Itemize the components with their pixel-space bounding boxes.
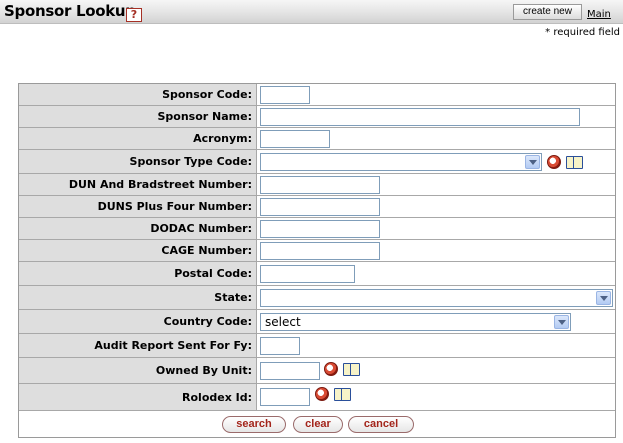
- owned-by-unit-label: Owned By Unit:: [19, 358, 257, 383]
- dun-bradstreet-cell: [258, 174, 615, 195]
- search-icon[interactable]: [547, 155, 561, 169]
- row-rolodex-id: Rolodex Id:: [19, 384, 615, 411]
- row-cage: CAGE Number:: [19, 240, 615, 262]
- state-select[interactable]: [260, 289, 613, 307]
- sponsor-name-input[interactable]: [260, 108, 580, 126]
- cage-cell: [258, 240, 615, 261]
- sponsor-type-code-select[interactable]: [260, 153, 542, 171]
- postal-code-input[interactable]: [260, 265, 355, 283]
- duns-plus-four-cell: [258, 196, 615, 217]
- audit-report-input[interactable]: [260, 337, 300, 355]
- sponsor-type-code-label: Sponsor Type Code:: [19, 150, 257, 173]
- postal-code-label: Postal Code:: [19, 262, 257, 285]
- row-sponsor-name: Sponsor Name:: [19, 106, 615, 128]
- book-icon[interactable]: [343, 363, 360, 376]
- sponsor-name-cell: [258, 106, 615, 127]
- dodac-cell: [258, 218, 615, 239]
- dun-bradstreet-label: DUN And Bradstreet Number:: [19, 174, 257, 195]
- chevron-down-icon[interactable]: [554, 315, 569, 329]
- country-code-select[interactable]: select: [260, 313, 571, 331]
- book-icon[interactable]: [334, 388, 351, 401]
- row-dun-bradstreet: DUN And Bradstreet Number:: [19, 174, 615, 196]
- sponsor-name-label: Sponsor Name:: [19, 106, 257, 127]
- rolodex-id-cell: [258, 384, 615, 410]
- rolodex-id-label: Rolodex Id:: [19, 384, 257, 410]
- dun-bradstreet-input[interactable]: [260, 176, 380, 194]
- lookup-form: Sponsor Code: Sponsor Name: Acronym: Spo…: [18, 83, 616, 438]
- search-button[interactable]: search: [222, 416, 286, 433]
- state-cell: [258, 286, 615, 309]
- row-acronym: Acronym:: [19, 128, 615, 150]
- owned-by-unit-cell: [258, 358, 615, 383]
- country-code-cell: select: [258, 310, 615, 333]
- audit-report-cell: [258, 334, 615, 357]
- button-bar: search clear cancel: [19, 411, 615, 437]
- acronym-input[interactable]: [260, 130, 330, 148]
- cage-label: CAGE Number:: [19, 240, 257, 261]
- audit-report-label: Audit Report Sent For Fy:: [19, 334, 257, 357]
- cage-input[interactable]: [260, 242, 380, 260]
- owned-by-unit-input[interactable]: [260, 362, 320, 380]
- sponsor-code-cell: [258, 84, 615, 105]
- search-icon[interactable]: [315, 387, 329, 401]
- rolodex-id-input[interactable]: [260, 388, 310, 406]
- row-owned-by-unit: Owned By Unit:: [19, 358, 615, 384]
- acronym-cell: [258, 128, 615, 149]
- sponsor-code-label: Sponsor Code:: [19, 84, 257, 105]
- page-title: Sponsor Lookup: [4, 2, 136, 20]
- dodac-input[interactable]: [260, 220, 380, 238]
- chevron-down-icon[interactable]: [596, 291, 611, 305]
- row-duns-plus-four: DUNS Plus Four Number:: [19, 196, 615, 218]
- row-audit-report: Audit Report Sent For Fy:: [19, 334, 615, 358]
- sponsor-type-code-cell: [258, 150, 615, 173]
- country-code-label: Country Code:: [19, 310, 257, 333]
- row-dodac: DODAC Number:: [19, 218, 615, 240]
- chevron-down-icon[interactable]: [525, 155, 540, 169]
- book-icon[interactable]: [566, 156, 583, 169]
- page-header: Sponsor Lookup ? create new Main: [0, 0, 623, 24]
- row-sponsor-type-code: Sponsor Type Code:: [19, 150, 615, 174]
- row-sponsor-code: Sponsor Code:: [19, 84, 615, 106]
- row-state: State:: [19, 286, 615, 310]
- country-code-value: select: [265, 315, 301, 329]
- create-new-button[interactable]: create new: [513, 4, 582, 20]
- required-field-note: * required field: [545, 27, 620, 38]
- duns-plus-four-input[interactable]: [260, 198, 380, 216]
- cancel-button[interactable]: cancel: [348, 416, 414, 433]
- dodac-label: DODAC Number:: [19, 218, 257, 239]
- row-postal-code: Postal Code:: [19, 262, 615, 286]
- row-country-code: Country Code: select: [19, 310, 615, 334]
- help-icon[interactable]: ?: [126, 8, 142, 22]
- search-icon[interactable]: [324, 362, 338, 376]
- postal-code-cell: [258, 262, 615, 285]
- duns-plus-four-label: DUNS Plus Four Number:: [19, 196, 257, 217]
- acronym-label: Acronym:: [19, 128, 257, 149]
- state-label: State:: [19, 286, 257, 309]
- sponsor-code-input[interactable]: [260, 86, 310, 104]
- clear-button[interactable]: clear: [293, 416, 343, 433]
- main-link[interactable]: Main: [587, 9, 611, 20]
